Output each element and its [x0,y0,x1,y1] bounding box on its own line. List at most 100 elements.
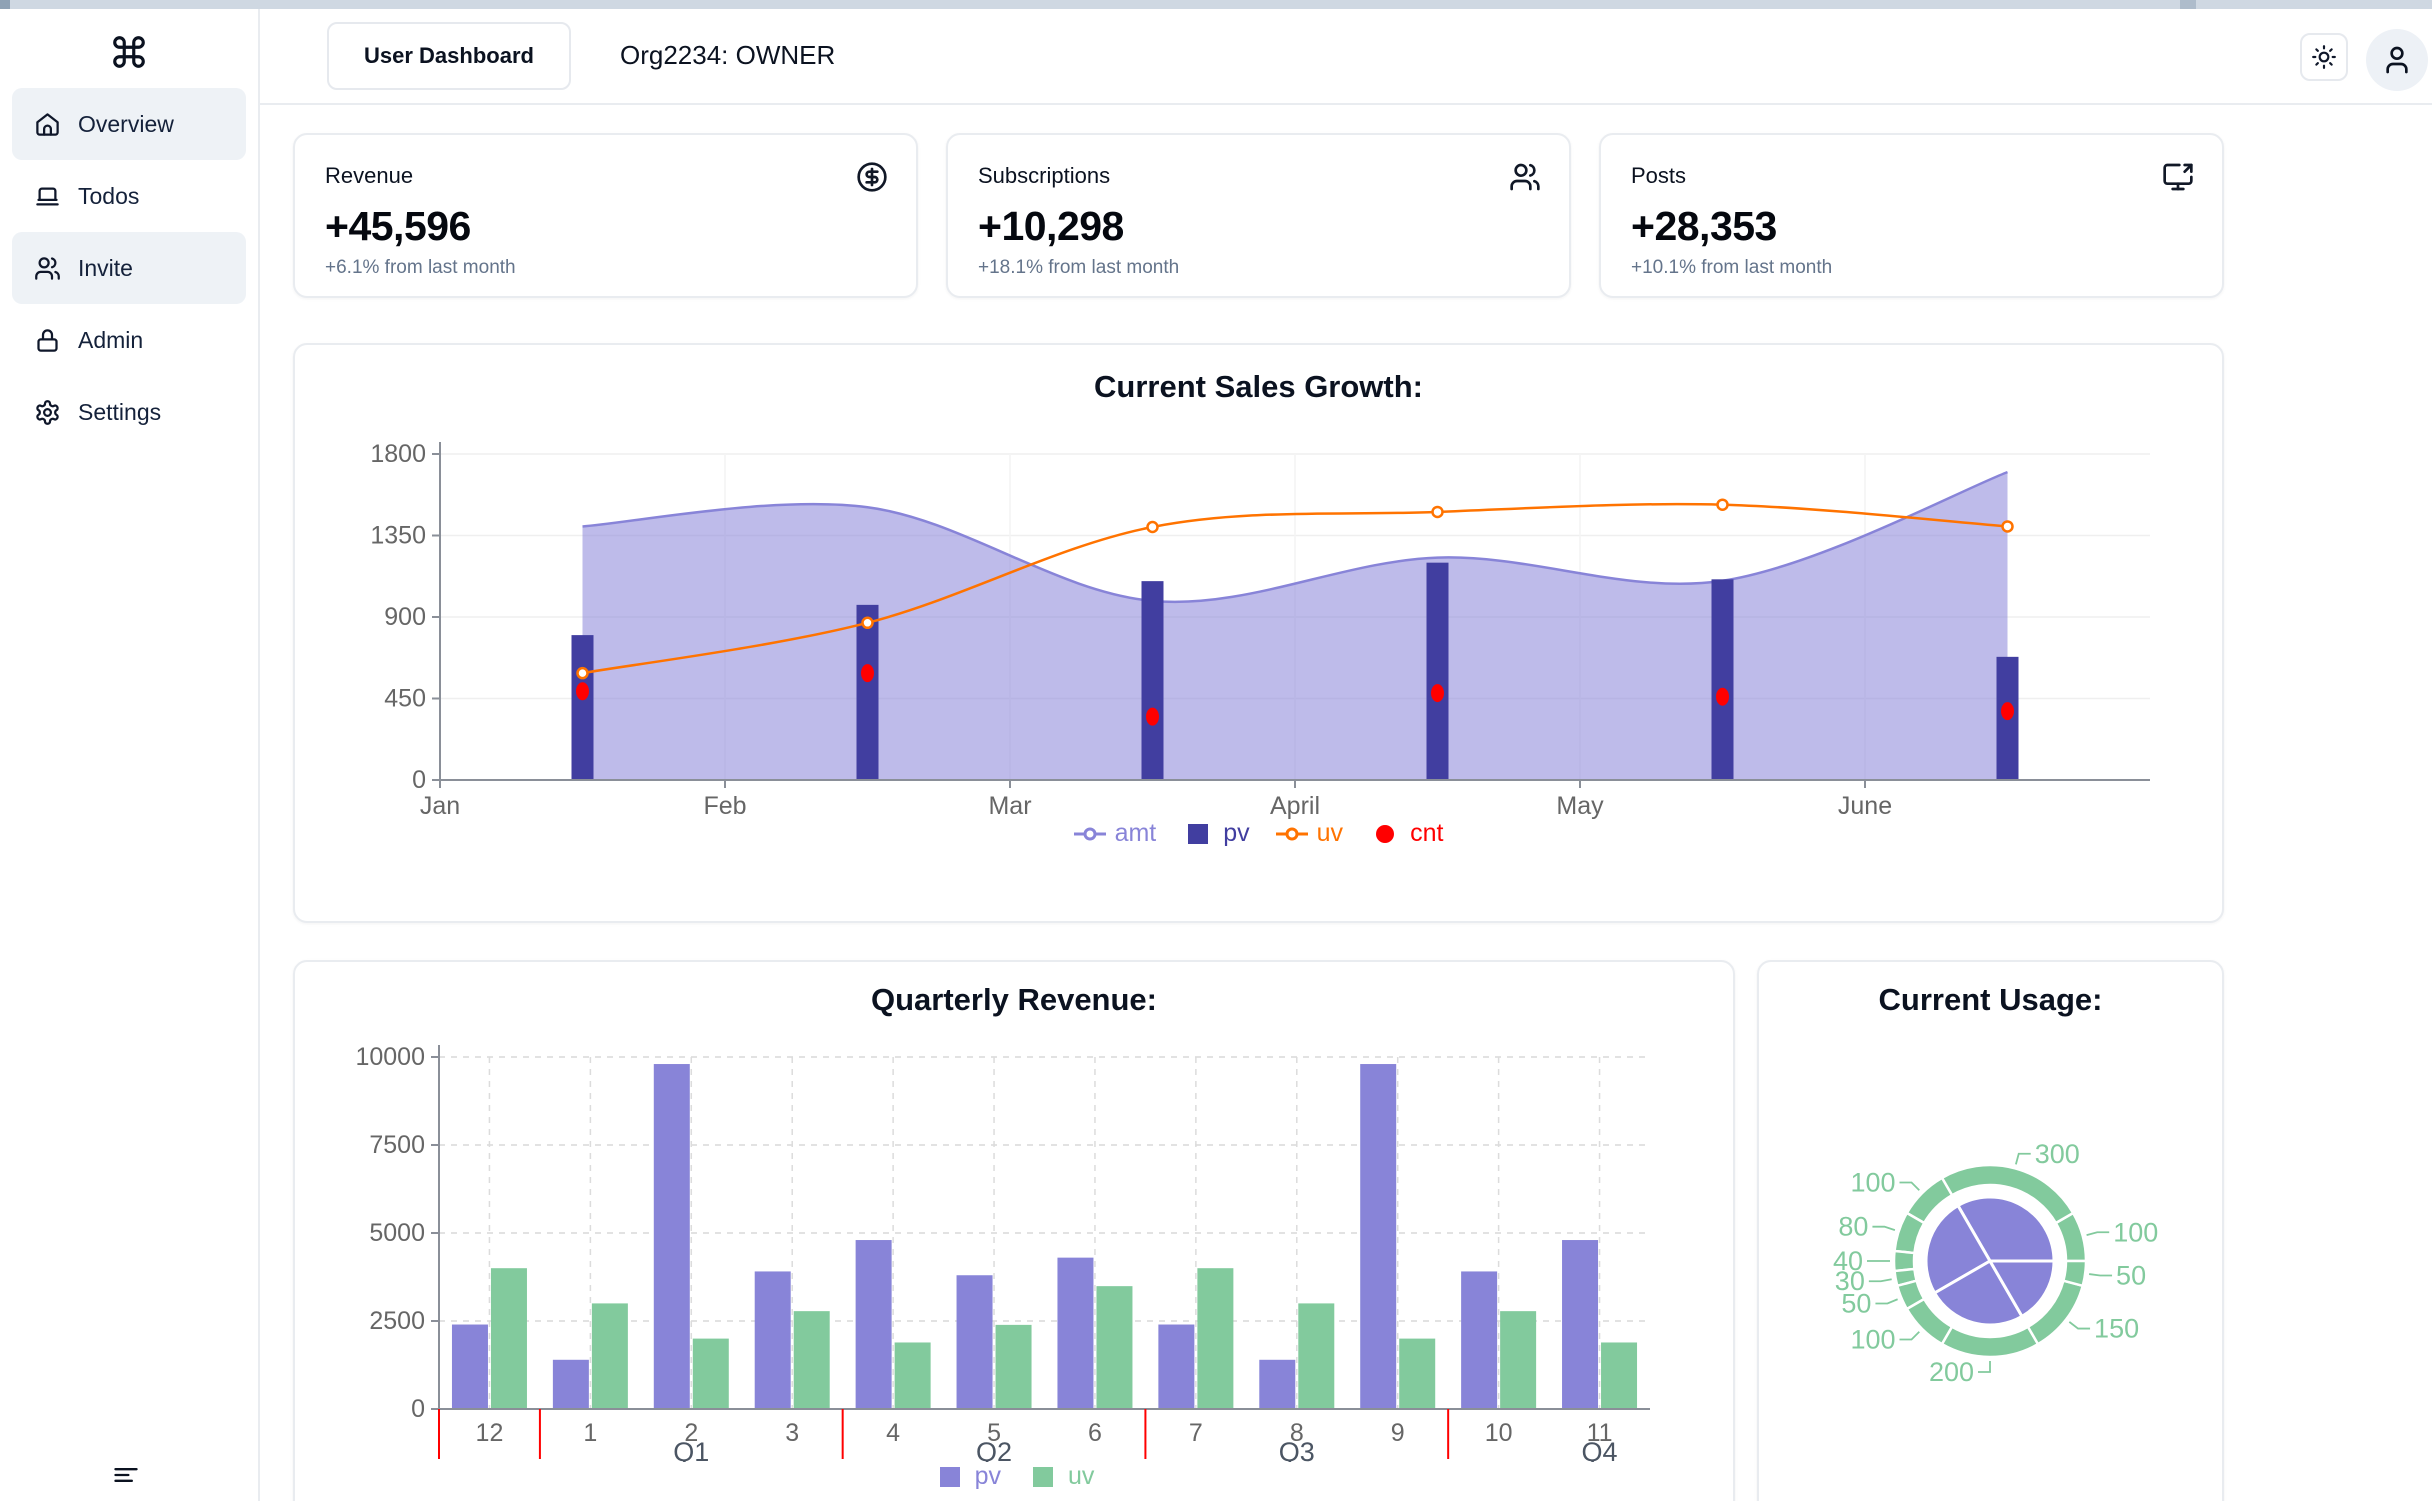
user-dashboard-button[interactable]: User Dashboard [327,22,571,90]
home-icon [34,111,61,138]
legend-item-amt: amt [1074,819,1157,848]
svg-text:3: 3 [785,1419,799,1447]
legend-item-cnt: cnt [1369,819,1443,848]
quarterly-revenue-legend: pvuv [295,1462,1733,1491]
sales-growth-title: Current Sales Growth: [295,369,2222,405]
legend-item-uv: uv [1276,819,1343,848]
page-header: User Dashboard Org2234: OWNER [260,9,2432,105]
users-icon [34,255,61,282]
align-left-icon [112,1461,140,1489]
svg-text:7500: 7500 [369,1131,425,1159]
svg-text:450: 450 [384,685,426,713]
legend-item-pv: pv [1182,819,1249,848]
sidebar-item-label: Admin [78,327,143,354]
sidebar: Overview Todos Invite Admin Settings [0,9,260,1501]
sun-icon [2311,44,2337,70]
svg-text:Q4: Q4 [1582,1437,1618,1462]
svg-text:Mar: Mar [988,792,1031,819]
top-scroll-bar-left-cap [0,0,10,9]
svg-text:6: 6 [1088,1419,1102,1447]
command-icon [110,33,148,71]
svg-text:Q3: Q3 [1279,1437,1315,1462]
svg-text:80: 80 [1838,1212,1868,1242]
current-usage-chart: 1003001008040305010020015050 [1759,1020,2222,1480]
stat-value: +10,298 [978,203,1539,250]
svg-text:Jan: Jan [420,792,460,819]
svg-text:10000: 10000 [355,1043,425,1071]
sidebar-item-admin[interactable]: Admin [12,304,246,376]
sidebar-item-label: Invite [78,255,133,282]
page-title: Org2234: OWNER [620,40,835,71]
svg-text:7: 7 [1189,1419,1203,1447]
gear-icon [34,399,61,426]
svg-text:Q2: Q2 [976,1437,1012,1462]
svg-text:4: 4 [886,1419,900,1447]
sidebar-item-label: Todos [78,183,139,210]
svg-text:150: 150 [2094,1314,2139,1344]
svg-text:1800: 1800 [370,440,426,468]
sidebar-item-settings[interactable]: Settings [12,376,246,448]
theme-toggle-button[interactable] [2300,33,2348,81]
lock-icon [34,327,61,354]
svg-text:50: 50 [2116,1260,2146,1290]
sales-growth-legend: amtpvuvcnt [295,819,2222,848]
sidebar-nav: Overview Todos Invite Admin Settings [0,88,258,448]
stat-label: Revenue [325,163,886,189]
svg-text:0: 0 [412,766,426,794]
stat-label: Subscriptions [978,163,1539,189]
legend-item-pv: pv [934,1462,1001,1491]
svg-text:50: 50 [1841,1288,1871,1318]
svg-text:0: 0 [411,1395,425,1423]
sales-growth-panel: Current Sales Growth: 0 450 900 1350 1800 Jan… [293,343,2224,923]
svg-text:100: 100 [1850,1324,1895,1354]
app-logo [0,33,258,71]
svg-text:1: 1 [583,1419,597,1447]
current-usage-title: Current Usage: [1759,982,2222,1018]
svg-text:2500: 2500 [369,1307,425,1335]
svg-text:12: 12 [476,1419,504,1447]
svg-text:May: May [1556,792,1604,819]
stat-value: +28,353 [1631,203,2192,250]
svg-text:300: 300 [2035,1139,2080,1169]
app-window: Overview Todos Invite Admin Settings [0,0,2432,1501]
svg-text:April: April [1270,792,1320,819]
svg-text:9: 9 [1391,1419,1405,1447]
user-avatar-button[interactable] [2366,29,2428,91]
laptop-icon [34,183,61,210]
stat-label: Posts [1631,163,2192,189]
svg-text:900: 900 [384,603,426,631]
svg-text:Feb: Feb [703,792,746,819]
top-scroll-bar-handle[interactable] [2180,0,2196,9]
legend-item-uv: uv [1027,1462,1094,1491]
svg-text:5000: 5000 [369,1219,425,1247]
svg-text:200: 200 [1929,1357,1974,1387]
sidebar-collapse-button[interactable] [112,1461,146,1495]
svg-text:1350: 1350 [370,522,426,550]
quarterly-revenue-panel: Quarterly Revenue: 0 2500 5000 7500 10000 12 1… [293,960,1735,1501]
sidebar-item-invite[interactable]: Invite [12,232,246,304]
stat-card-subscriptions: Subscriptions +10,298 +18.1% from last m… [946,133,1571,298]
svg-text:Q1: Q1 [673,1437,709,1462]
svg-text:100: 100 [2113,1217,2158,1247]
person-icon [2381,44,2413,76]
stat-subtext: +6.1% from last month [325,257,886,279]
users-icon [1509,161,1541,193]
sidebar-item-label: Settings [78,399,161,426]
quarterly-revenue-chart: 025005000750010000121234567891011Q1Q2Q3Q… [295,1028,1733,1462]
svg-text:June: June [1838,792,1892,819]
quarterly-revenue-title: Quarterly Revenue: [295,982,1733,1018]
svg-text:10: 10 [1485,1419,1513,1447]
stat-card-posts: Posts +28,353 +10.1% from last month [1599,133,2224,298]
sidebar-item-overview[interactable]: Overview [12,88,246,160]
top-scroll-bar[interactable] [0,0,2432,9]
current-usage-panel: Current Usage: 1003001008040305010020015… [1757,960,2224,1501]
stat-value: +45,596 [325,203,886,250]
screen-share-icon [2162,161,2194,193]
main-area: User Dashboard Org2234: OWNER Revenue +4… [260,9,2432,1501]
stat-cards-row: Revenue +45,596 +6.1% from last month Su… [293,133,2224,298]
sales-growth-chart: 0 450 900 1350 1800 Jan Feb Mar April May June [295,407,2222,819]
svg-text:100: 100 [1850,1168,1895,1198]
dollar-circle-icon [856,161,888,193]
stat-subtext: +10.1% from last month [1631,257,2192,279]
sidebar-item-todos[interactable]: Todos [12,160,246,232]
